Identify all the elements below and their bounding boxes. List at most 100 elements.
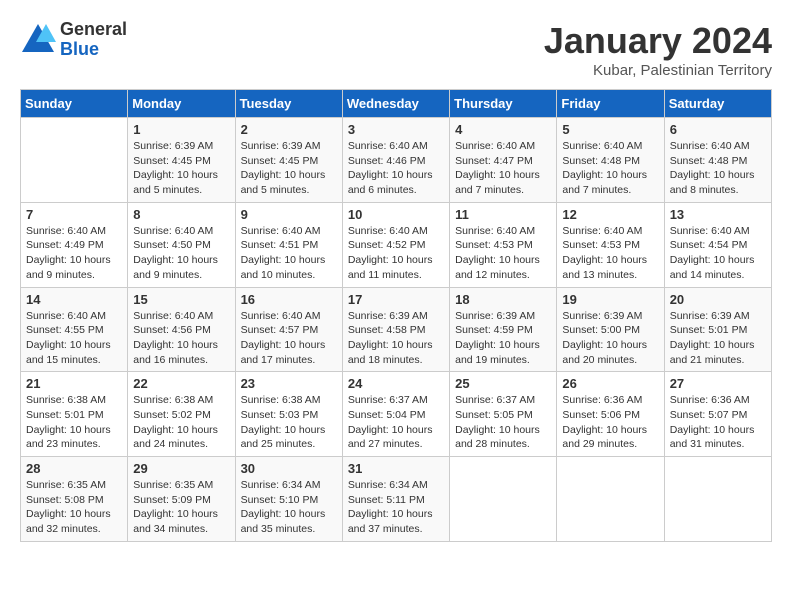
day-info: Sunrise: 6:40 AM Sunset: 4:53 PM Dayligh… <box>455 224 551 283</box>
week-row-2: 7 Sunrise: 6:40 AM Sunset: 4:49 PM Daylig… <box>21 202 772 287</box>
day-info: Sunrise: 6:40 AM Sunset: 4:47 PM Dayligh… <box>455 139 551 198</box>
calendar-cell: 31 Sunrise: 6:34 AM Sunset: 5:11 PM Dayli… <box>342 457 449 542</box>
week-row-3: 14Sunrise: 6:40 AM Sunset: 4:55 PM Dayli… <box>21 287 772 372</box>
day-info: Sunrise: 6:39 AM Sunset: 4:59 PM Dayligh… <box>455 309 551 368</box>
calendar-cell: 19 Sunrise: 6:39 AM Sunset: 5:00 PM Dayli… <box>557 287 664 372</box>
calendar-cell: 17 Sunrise: 6:39 AM Sunset: 4:58 PM Dayli… <box>342 287 449 372</box>
day-info: Sunrise: 6:40 AM Sunset: 4:54 PM Dayligh… <box>670 224 766 283</box>
title-section: January 2024 Kubar, Palestinian Territor… <box>544 20 772 79</box>
day-number: 7 <box>26 207 122 222</box>
calendar-table: SundayMondayTuesdayWednesdayThursdayFrid… <box>20 89 772 542</box>
day-info: Sunrise: 6:40 AM Sunset: 4:51 PM Dayligh… <box>241 224 337 283</box>
calendar-cell: 20 Sunrise: 6:39 AM Sunset: 5:01 PM Dayli… <box>664 287 771 372</box>
day-info: Sunrise: 6:40 AM Sunset: 4:55 PM Dayligh… <box>26 309 122 368</box>
calendar-cell <box>21 118 128 203</box>
day-number: 18 <box>455 292 551 307</box>
calendar-cell: 8 Sunrise: 6:40 AM Sunset: 4:50 PM Daylig… <box>128 202 235 287</box>
weekday-header-wednesday: Wednesday <box>342 90 449 118</box>
day-number: 8 <box>133 207 229 222</box>
calendar-cell <box>450 457 557 542</box>
calendar-cell: 26 Sunrise: 6:36 AM Sunset: 5:06 PM Dayli… <box>557 372 664 457</box>
day-info: Sunrise: 6:37 AM Sunset: 5:05 PM Dayligh… <box>455 393 551 452</box>
day-number: 19 <box>562 292 658 307</box>
day-number: 23 <box>241 376 337 391</box>
weekday-header-sunday: Sunday <box>21 90 128 118</box>
logo-blue: Blue <box>60 40 127 60</box>
day-info: Sunrise: 6:40 AM Sunset: 4:52 PM Dayligh… <box>348 224 444 283</box>
day-number: 5 <box>562 122 658 137</box>
calendar-cell: 22 Sunrise: 6:38 AM Sunset: 5:02 PM Dayli… <box>128 372 235 457</box>
day-number: 4 <box>455 122 551 137</box>
weekday-header-friday: Friday <box>557 90 664 118</box>
calendar-cell: 9 Sunrise: 6:40 AM Sunset: 4:51 PM Daylig… <box>235 202 342 287</box>
day-number: 26 <box>562 376 658 391</box>
day-info: Sunrise: 6:39 AM Sunset: 4:45 PM Dayligh… <box>241 139 337 198</box>
calendar-cell: 6Sunrise: 6:40 AM Sunset: 4:48 PM Daylig… <box>664 118 771 203</box>
day-info: Sunrise: 6:40 AM Sunset: 4:46 PM Dayligh… <box>348 139 444 198</box>
day-info: Sunrise: 6:38 AM Sunset: 5:02 PM Dayligh… <box>133 393 229 452</box>
day-info: Sunrise: 6:36 AM Sunset: 5:07 PM Dayligh… <box>670 393 766 452</box>
calendar-cell: 10Sunrise: 6:40 AM Sunset: 4:52 PM Dayli… <box>342 202 449 287</box>
day-info: Sunrise: 6:35 AM Sunset: 5:09 PM Dayligh… <box>133 478 229 537</box>
day-number: 27 <box>670 376 766 391</box>
day-number: 21 <box>26 376 122 391</box>
calendar-cell: 18 Sunrise: 6:39 AM Sunset: 4:59 PM Dayli… <box>450 287 557 372</box>
day-number: 2 <box>241 122 337 137</box>
day-number: 13 <box>670 207 766 222</box>
day-number: 9 <box>241 207 337 222</box>
calendar-cell: 7 Sunrise: 6:40 AM Sunset: 4:49 PM Daylig… <box>21 202 128 287</box>
day-number: 15 <box>133 292 229 307</box>
day-info: Sunrise: 6:39 AM Sunset: 4:45 PM Dayligh… <box>133 139 229 198</box>
day-info: Sunrise: 6:34 AM Sunset: 5:11 PM Dayligh… <box>348 478 444 537</box>
calendar-cell: 28Sunrise: 6:35 AM Sunset: 5:08 PM Dayli… <box>21 457 128 542</box>
calendar-cell: 5 Sunrise: 6:40 AM Sunset: 4:48 PM Daylig… <box>557 118 664 203</box>
day-info: Sunrise: 6:39 AM Sunset: 5:01 PM Dayligh… <box>670 309 766 368</box>
day-number: 3 <box>348 122 444 137</box>
day-info: Sunrise: 6:40 AM Sunset: 4:49 PM Dayligh… <box>26 224 122 283</box>
weekday-header-tuesday: Tuesday <box>235 90 342 118</box>
calendar-cell: 4 Sunrise: 6:40 AM Sunset: 4:47 PM Daylig… <box>450 118 557 203</box>
day-info: Sunrise: 6:40 AM Sunset: 4:50 PM Dayligh… <box>133 224 229 283</box>
calendar-cell: 12Sunrise: 6:40 AM Sunset: 4:53 PM Dayli… <box>557 202 664 287</box>
day-number: 22 <box>133 376 229 391</box>
calendar-cell: 14Sunrise: 6:40 AM Sunset: 4:55 PM Dayli… <box>21 287 128 372</box>
day-info: Sunrise: 6:39 AM Sunset: 4:58 PM Dayligh… <box>348 309 444 368</box>
day-number: 30 <box>241 461 337 476</box>
page-header: General Blue January 2024 Kubar, Palesti… <box>20 20 772 79</box>
calendar-cell: 29Sunrise: 6:35 AM Sunset: 5:09 PM Dayli… <box>128 457 235 542</box>
calendar-cell: 30 Sunrise: 6:34 AM Sunset: 5:10 PM Dayli… <box>235 457 342 542</box>
day-number: 11 <box>455 207 551 222</box>
logo-text: General Blue <box>60 20 127 60</box>
calendar-cell: 15 Sunrise: 6:40 AM Sunset: 4:56 PM Dayli… <box>128 287 235 372</box>
calendar-cell <box>557 457 664 542</box>
day-info: Sunrise: 6:34 AM Sunset: 5:10 PM Dayligh… <box>241 478 337 537</box>
day-number: 31 <box>348 461 444 476</box>
calendar-cell: 1 Sunrise: 6:39 AM Sunset: 4:45 PM Daylig… <box>128 118 235 203</box>
logo: General Blue <box>20 20 127 60</box>
calendar-subtitle: Kubar, Palestinian Territory <box>544 62 772 79</box>
calendar-cell <box>664 457 771 542</box>
logo-general: General <box>60 20 127 40</box>
day-number: 25 <box>455 376 551 391</box>
day-info: Sunrise: 6:36 AM Sunset: 5:06 PM Dayligh… <box>562 393 658 452</box>
day-number: 1 <box>133 122 229 137</box>
calendar-cell: 16Sunrise: 6:40 AM Sunset: 4:57 PM Dayli… <box>235 287 342 372</box>
weekday-header-thursday: Thursday <box>450 90 557 118</box>
day-number: 24 <box>348 376 444 391</box>
day-info: Sunrise: 6:40 AM Sunset: 4:56 PM Dayligh… <box>133 309 229 368</box>
day-number: 17 <box>348 292 444 307</box>
logo-icon <box>20 22 56 58</box>
calendar-cell: 2 Sunrise: 6:39 AM Sunset: 4:45 PM Daylig… <box>235 118 342 203</box>
day-number: 6 <box>670 122 766 137</box>
week-row-4: 21 Sunrise: 6:38 AM Sunset: 5:01 PM Dayli… <box>21 372 772 457</box>
week-row-1: 1 Sunrise: 6:39 AM Sunset: 4:45 PM Daylig… <box>21 118 772 203</box>
day-info: Sunrise: 6:39 AM Sunset: 5:00 PM Dayligh… <box>562 309 658 368</box>
calendar-cell: 23 Sunrise: 6:38 AM Sunset: 5:03 PM Dayli… <box>235 372 342 457</box>
day-number: 12 <box>562 207 658 222</box>
day-info: Sunrise: 6:38 AM Sunset: 5:03 PM Dayligh… <box>241 393 337 452</box>
day-info: Sunrise: 6:40 AM Sunset: 4:48 PM Dayligh… <box>562 139 658 198</box>
day-number: 20 <box>670 292 766 307</box>
day-info: Sunrise: 6:38 AM Sunset: 5:01 PM Dayligh… <box>26 393 122 452</box>
calendar-cell: 11 Sunrise: 6:40 AM Sunset: 4:53 PM Dayli… <box>450 202 557 287</box>
day-number: 16 <box>241 292 337 307</box>
